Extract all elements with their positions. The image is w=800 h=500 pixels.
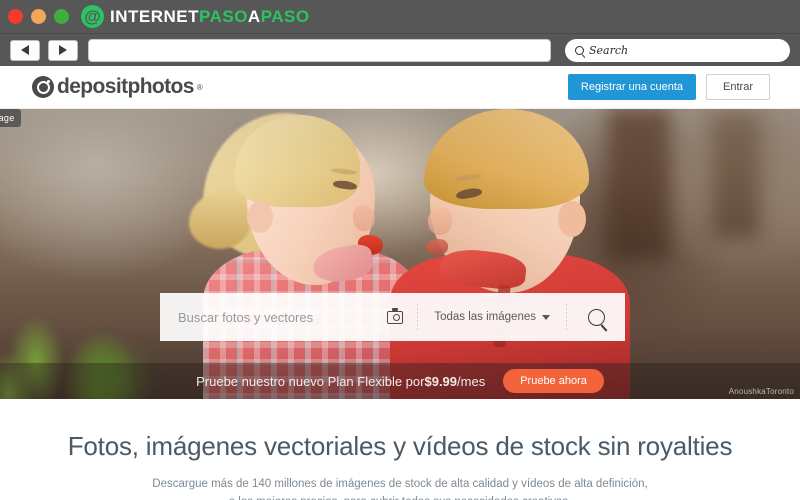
chevron-down-icon (542, 314, 550, 320)
hero-banner: Image Todas las imágenes Pruebe nuestro … (0, 109, 800, 399)
hero-search-bar: Todas las imágenes (160, 293, 625, 341)
brand-wordmark: INTERNETPASOAPASO (110, 7, 310, 27)
browser-search-placeholder: Search (589, 43, 629, 57)
logo-wordmark: depositphotos (57, 75, 194, 98)
register-account-button[interactable]: Registrar una cuenta (567, 74, 697, 100)
brand-part-paso1: PASO (199, 6, 248, 26)
registered-trademark-symbol: ® (196, 82, 203, 92)
back-button[interactable] (10, 39, 40, 61)
back-arrow-icon (21, 45, 29, 55)
zoom-window-button[interactable] (54, 9, 69, 24)
site-watermark-brand: @ INTERNETPASOAPASO (81, 5, 310, 28)
hero-vignette (0, 109, 800, 399)
search-icon (575, 45, 584, 55)
hero-search-submit-button[interactable] (567, 308, 625, 326)
minimize-window-button[interactable] (31, 9, 46, 24)
browser-window: @ INTERNETPASOAPASO Search depositphotos… (0, 0, 800, 500)
at-logo-icon: @ (81, 5, 104, 28)
promo-try-now-button[interactable]: Pruebe ahora (503, 369, 604, 393)
hero-photo-children-kissing (0, 109, 800, 399)
image-tab-badge[interactable]: Image (0, 109, 21, 127)
brand-part-a: A (247, 6, 261, 26)
camera-search-icon[interactable] (387, 308, 404, 324)
close-window-button[interactable] (8, 9, 23, 24)
browser-search-field[interactable]: Search (565, 38, 790, 62)
brand-part-internet: INTERNET (110, 6, 199, 26)
intro-section: Fotos, imágenes vectoriales y vídeos de … (0, 399, 800, 500)
forward-button[interactable] (48, 39, 78, 61)
header-actions: Registrar una cuenta Entrar (567, 74, 770, 100)
hero-search-input[interactable] (160, 309, 374, 325)
photo-credit: AnoushkaToronto (728, 387, 794, 396)
browser-titlebar: @ INTERNETPASOAPASO (0, 0, 800, 33)
page-headline: Fotos, imágenes vectoriales y vídeos de … (67, 431, 733, 461)
camera-icon (32, 76, 54, 98)
promo-strip: Pruebe nuestro nuevo Plan Flexible por$9… (0, 363, 800, 399)
image-category-label: Todas las imágenes (434, 311, 536, 323)
promo-price: $9.99 (424, 373, 458, 389)
promo-text: Pruebe nuestro nuevo Plan Flexible por$9… (196, 374, 485, 389)
promo-text-after: /mes (457, 373, 486, 389)
page-subtext: Descargue más de 140 millones de imágene… (0, 476, 800, 500)
forward-arrow-icon (59, 45, 67, 55)
browser-toolbar: Search (0, 33, 800, 66)
promo-text-before: Pruebe nuestro nuevo Plan Flexible por (196, 373, 425, 389)
page-subtext-line-1: Descargue más de 140 millones de imágene… (152, 478, 648, 490)
brand-part-paso2: PASO (260, 6, 310, 26)
image-category-dropdown[interactable]: Todas las imágenes (418, 311, 566, 323)
site-header: depositphotos ® Registrar una cuenta Ent… (0, 66, 800, 109)
search-icon (587, 308, 605, 326)
depositphotos-logo[interactable]: depositphotos ® (32, 75, 203, 99)
page-subtext-line-2: a los mejores precios, para cubrir todas… (0, 494, 800, 500)
window-controls (8, 9, 69, 24)
url-input[interactable] (88, 38, 551, 62)
login-button[interactable]: Entrar (706, 74, 770, 100)
